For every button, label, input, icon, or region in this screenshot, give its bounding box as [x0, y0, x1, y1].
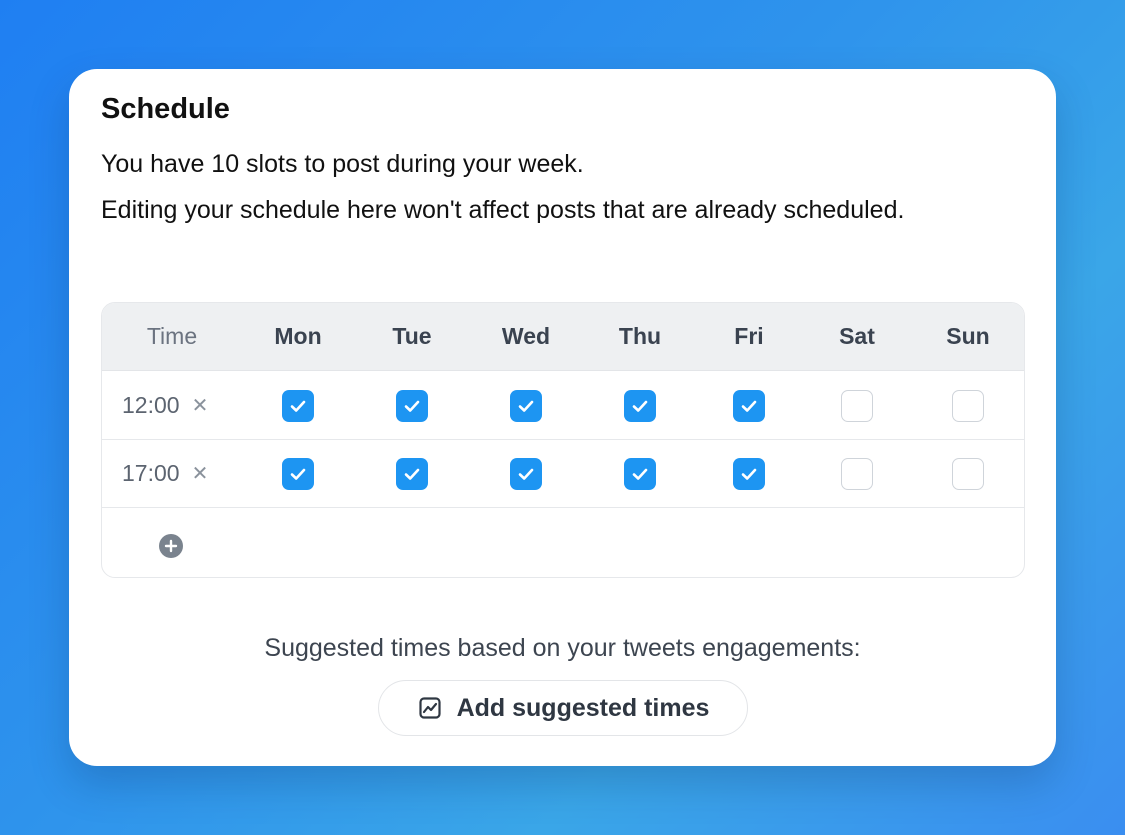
- checkbox-tue[interactable]: [396, 389, 428, 422]
- checkbox-sun[interactable]: [952, 457, 984, 490]
- add-suggested-times-button[interactable]: Add suggested times: [378, 680, 748, 736]
- check-icon: [741, 400, 757, 412]
- checkbox-mon[interactable]: [282, 389, 314, 422]
- checkbox-sat[interactable]: [841, 389, 873, 422]
- checkbox-wed[interactable]: [510, 389, 542, 422]
- check-icon: [290, 468, 306, 480]
- check-icon: [518, 400, 534, 412]
- checkbox-fri[interactable]: [733, 389, 765, 422]
- time-slot-label: 17:00: [122, 460, 180, 486]
- editing-note: Editing your schedule here won't affect …: [101, 196, 905, 224]
- checkbox-mon[interactable]: [282, 457, 314, 490]
- close-icon[interactable]: ✕: [192, 464, 209, 484]
- checkbox-thu[interactable]: [624, 457, 656, 490]
- column-header-fri: Fri: [734, 323, 764, 349]
- page-title: Schedule: [101, 93, 230, 125]
- checkbox-thu[interactable]: [624, 389, 656, 422]
- checkbox-sat[interactable]: [841, 457, 873, 490]
- close-icon[interactable]: ✕: [192, 396, 209, 416]
- column-header-wed: Wed: [501, 323, 551, 349]
- suggested-times-text: Suggested times based on your tweets eng…: [264, 634, 861, 662]
- slots-description: You have 10 slots to post during your we…: [101, 150, 584, 178]
- time-slot-label: 12:00: [122, 392, 180, 418]
- check-icon: [632, 400, 648, 412]
- add-time-row: [102, 509, 1024, 577]
- check-icon: [404, 468, 420, 480]
- checkbox-sun[interactable]: [952, 389, 984, 422]
- column-header-sun: Sun: [946, 323, 990, 349]
- column-header-mon: Mon: [274, 323, 322, 349]
- table-row: 17:00 ✕: [102, 440, 1024, 508]
- check-icon: [404, 400, 420, 412]
- checkbox-tue[interactable]: [396, 457, 428, 490]
- check-icon: [290, 400, 306, 412]
- schedule-table: Time Mon Tue Wed Thu Fri Sat Sun 12:00 ✕…: [101, 302, 1025, 578]
- column-header-thu: Thu: [618, 323, 662, 349]
- plus-circle-icon[interactable]: [159, 534, 183, 558]
- checkbox-fri[interactable]: [733, 457, 765, 490]
- column-header-tue: Tue: [392, 323, 432, 349]
- check-icon: [518, 468, 534, 480]
- add-suggested-times-label: Add suggested times: [456, 693, 710, 722]
- column-header-sat: Sat: [839, 323, 875, 349]
- check-icon: [632, 468, 648, 480]
- check-icon: [741, 468, 757, 480]
- column-header-time: Time: [146, 323, 198, 349]
- table-header-row: Time Mon Tue Wed Thu Fri Sat Sun: [102, 303, 1024, 371]
- checkbox-wed[interactable]: [510, 457, 542, 490]
- schedule-card: Schedule You have 10 slots to post durin…: [69, 69, 1056, 766]
- chart-line-icon: [417, 695, 443, 721]
- table-row: 12:00 ✕: [102, 372, 1024, 440]
